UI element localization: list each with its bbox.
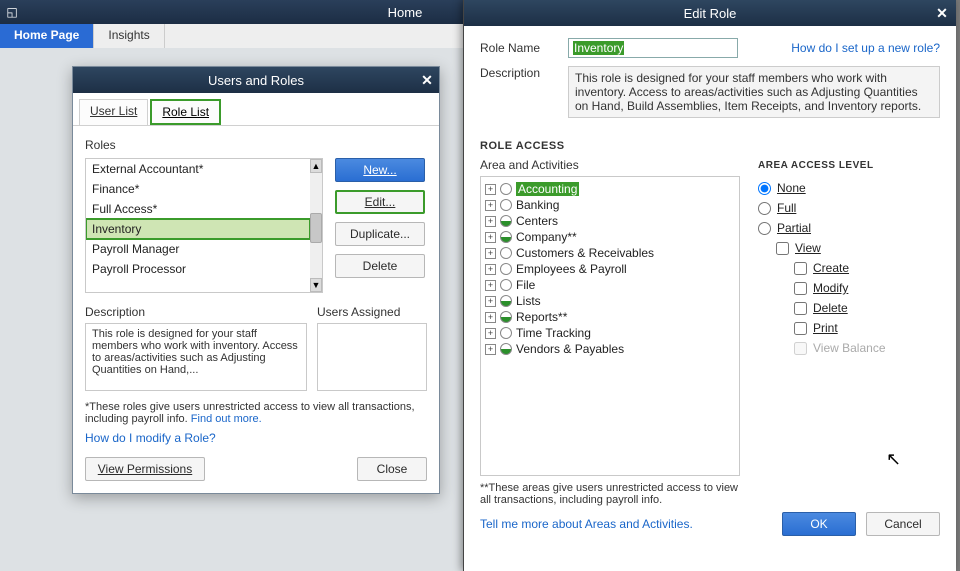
- delete-button[interactable]: Delete: [335, 254, 425, 278]
- tree-item-banking[interactable]: +Banking: [483, 197, 737, 213]
- tree-item-vendors[interactable]: +Vendors & Payables: [483, 341, 737, 357]
- area-access-level-title: AREA ACCESS LEVEL: [758, 160, 940, 171]
- find-out-more-link[interactable]: Find out more.: [191, 413, 262, 425]
- areas-footnote: **These areas give users unrestricted ac…: [480, 482, 740, 506]
- new-button[interactable]: New...: [335, 158, 425, 182]
- role-item[interactable]: Full Access*: [86, 199, 322, 219]
- description-label: Description: [480, 66, 558, 80]
- tree-item-employees[interactable]: +Employees & Payroll: [483, 261, 737, 277]
- close-icon[interactable]: ✕: [415, 72, 439, 89]
- modify-role-link[interactable]: How do I modify a Role?: [85, 431, 427, 445]
- tab-insights[interactable]: Insights: [94, 24, 164, 48]
- tree-item-company[interactable]: +Company**: [483, 229, 737, 245]
- role-item[interactable]: External Accountant*: [86, 159, 322, 179]
- scroll-up-icon[interactable]: ▲: [310, 159, 322, 173]
- ok-button[interactable]: OK: [782, 512, 856, 536]
- check-view-balance: View Balance: [794, 341, 940, 355]
- close-icon[interactable]: ✕: [928, 5, 956, 22]
- tree-item-file[interactable]: +File: [483, 277, 737, 293]
- scroll-thumb[interactable]: [310, 213, 322, 243]
- check-delete[interactable]: Delete: [794, 301, 940, 315]
- role-item[interactable]: Payroll Processor: [86, 259, 322, 279]
- tree-item-time[interactable]: +Time Tracking: [483, 325, 737, 341]
- radio-none[interactable]: None: [758, 181, 940, 195]
- role-item[interactable]: Payroll Manager: [86, 239, 322, 259]
- users-assigned-box: [317, 323, 427, 391]
- edit-button[interactable]: Edit...: [335, 190, 425, 214]
- check-view[interactable]: View: [776, 241, 940, 255]
- tab-home-page[interactable]: Home Page: [0, 24, 94, 48]
- edit-role-titlebar: Edit Role ✕: [464, 0, 956, 26]
- cancel-button[interactable]: Cancel: [866, 512, 940, 536]
- radio-partial[interactable]: Partial: [758, 221, 940, 235]
- description-label: Description: [85, 305, 307, 319]
- tree-item-accounting[interactable]: +Accounting: [483, 181, 737, 197]
- tab-role-list[interactable]: Role List: [150, 99, 221, 125]
- area-access-level-panel: AREA ACCESS LEVEL None Full Partial View…: [758, 158, 940, 506]
- description-textarea[interactable]: This role is designed for your staff mem…: [568, 66, 940, 118]
- role-name-label: Role Name: [480, 41, 558, 55]
- check-create[interactable]: Create: [794, 261, 940, 275]
- users-roles-tabs: User List Role List: [73, 93, 439, 126]
- check-print[interactable]: Print: [794, 321, 940, 335]
- users-and-roles-dialog: Users and Roles ✕ User List Role List Ro…: [72, 66, 440, 494]
- tree-item-centers[interactable]: +Centers: [483, 213, 737, 229]
- scroll-down-icon[interactable]: ▼: [310, 278, 322, 292]
- role-item-selected[interactable]: Inventory: [85, 218, 311, 240]
- users-roles-titlebar: Users and Roles ✕: [73, 67, 439, 93]
- description-box: This role is designed for your staff mem…: [85, 323, 307, 391]
- radio-full[interactable]: Full: [758, 201, 940, 215]
- area-activities-label: Area and Activities: [480, 158, 740, 172]
- check-modify[interactable]: Modify: [794, 281, 940, 295]
- tree-item-customers[interactable]: +Customers & Receivables: [483, 245, 737, 261]
- view-permissions-button[interactable]: View Permissions: [85, 457, 205, 481]
- tree-item-reports[interactable]: +Reports**: [483, 309, 737, 325]
- roles-label: Roles: [85, 138, 427, 152]
- users-assigned-label: Users Assigned: [317, 305, 427, 319]
- setup-role-link[interactable]: How do I set up a new role?: [791, 41, 940, 55]
- tree-item-lists[interactable]: +Lists: [483, 293, 737, 309]
- users-roles-title: Users and Roles: [97, 73, 415, 88]
- roles-footnote: *These roles give users unrestricted acc…: [85, 401, 427, 425]
- role-item[interactable]: Finance*: [86, 179, 322, 199]
- roles-listbox[interactable]: External Accountant* Finance* Full Acces…: [85, 158, 323, 293]
- tell-me-more-link[interactable]: Tell me more about Areas and Activities.: [480, 517, 693, 531]
- role-name-input[interactable]: Inventory: [568, 38, 738, 58]
- restore-icon[interactable]: ◱: [0, 5, 24, 19]
- close-button[interactable]: Close: [357, 457, 427, 481]
- role-access-section: ROLE ACCESS: [480, 140, 940, 152]
- duplicate-button[interactable]: Duplicate...: [335, 222, 425, 246]
- scrollbar[interactable]: ▲ ▼: [310, 159, 322, 292]
- tab-user-list[interactable]: User List: [79, 99, 148, 125]
- edit-role-title: Edit Role: [492, 6, 928, 21]
- edit-role-dialog: Edit Role ✕ Role Name Inventory How do I…: [463, 0, 956, 571]
- area-activities-tree[interactable]: +Accounting +Banking +Centers +Company**…: [480, 176, 740, 476]
